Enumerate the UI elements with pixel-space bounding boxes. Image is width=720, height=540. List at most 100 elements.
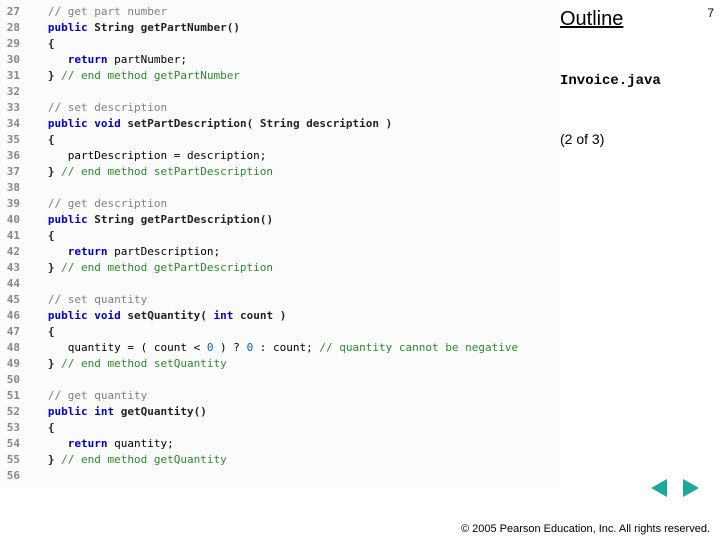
code-line: 51 // get quantity [0,388,560,404]
page-number: 7 [707,6,714,20]
code-line: 49 } // end method setQuantity [0,356,560,372]
line-source: return partNumber; [28,52,560,68]
line-number: 42 [0,244,28,260]
code-line: 56 [0,468,560,484]
outline-heading: Outline [560,8,708,31]
line-source: public void setPartDescription( String d… [28,116,560,132]
code-line: 46 public void setQuantity( int count ) [0,308,560,324]
line-source: { [28,324,560,340]
line-number: 39 [0,196,28,212]
line-source [28,468,560,484]
line-source: quantity = ( count < 0 ) ? 0 : count; //… [28,340,560,356]
code-line: 28 public String getPartNumber() [0,20,560,36]
line-source: // set quantity [28,292,560,308]
line-number: 38 [0,180,28,196]
code-line: 40 public String getPartDescription() [0,212,560,228]
code-line: 45 // set quantity [0,292,560,308]
line-source: } // end method getPartDescription [28,260,560,276]
line-number: 43 [0,260,28,276]
next-icon[interactable] [678,476,704,500]
code-line: 47 { [0,324,560,340]
line-source: { [28,132,560,148]
filename-label: Invoice.java [560,73,708,89]
line-source: // get description [28,196,560,212]
line-number: 36 [0,148,28,164]
code-line: 55 } // end method getQuantity [0,452,560,468]
line-source: public String getPartNumber() [28,20,560,36]
prev-icon[interactable] [646,476,672,500]
line-number: 34 [0,116,28,132]
line-source: public String getPartDescription() [28,212,560,228]
line-source: { [28,420,560,436]
line-number: 49 [0,356,28,372]
code-line: 53 { [0,420,560,436]
line-number: 44 [0,276,28,292]
line-number: 55 [0,452,28,468]
line-source: } // end method setQuantity [28,356,560,372]
code-line: 29 { [0,36,560,52]
code-line: 37 } // end method setPartDescription [0,164,560,180]
line-source [28,276,560,292]
code-line: 43 } // end method getPartDescription [0,260,560,276]
line-number: 46 [0,308,28,324]
line-source [28,180,560,196]
line-source: // set description [28,100,560,116]
line-source: public int getQuantity() [28,404,560,420]
line-number: 51 [0,388,28,404]
code-listing: 27 // get part number28 public String ge… [0,0,560,488]
line-number: 28 [0,20,28,36]
code-line: 30 return partNumber; [0,52,560,68]
line-number: 27 [0,4,28,20]
code-line: 38 [0,180,560,196]
line-source: partDescription = description; [28,148,560,164]
line-number: 35 [0,132,28,148]
line-source [28,84,560,100]
line-number: 33 [0,100,28,116]
line-number: 54 [0,436,28,452]
line-number: 29 [0,36,28,52]
line-source: } // end method setPartDescription [28,164,560,180]
code-line: 33 // set description [0,100,560,116]
page-of-label: (2 of 3) [560,131,708,147]
code-line: 50 [0,372,560,388]
line-source: } // end method getPartNumber [28,68,560,84]
line-source: } // end method getQuantity [28,452,560,468]
code-line: 36 partDescription = description; [0,148,560,164]
line-number: 30 [0,52,28,68]
line-source: { [28,36,560,52]
code-line: 31 } // end method getPartNumber [0,68,560,84]
line-number: 41 [0,228,28,244]
code-line: 34 public void setPartDescription( Strin… [0,116,560,132]
line-source: // get quantity [28,388,560,404]
code-line: 35 { [0,132,560,148]
code-line: 48 quantity = ( count < 0 ) ? 0 : count;… [0,340,560,356]
line-number: 56 [0,468,28,484]
line-number: 45 [0,292,28,308]
sidebar: Outline Invoice.java (2 of 3) [560,0,720,147]
code-line: 32 [0,84,560,100]
code-line: 52 public int getQuantity() [0,404,560,420]
line-number: 32 [0,84,28,100]
line-number: 37 [0,164,28,180]
line-number: 53 [0,420,28,436]
copyright-text: © 2005 Pearson Education, Inc. All right… [461,523,710,536]
line-number: 40 [0,212,28,228]
code-line: 39 // get description [0,196,560,212]
code-line: 44 [0,276,560,292]
line-number: 31 [0,68,28,84]
line-source: { [28,228,560,244]
line-number: 48 [0,340,28,356]
line-number: 52 [0,404,28,420]
nav-buttons [646,476,704,500]
line-number: 50 [0,372,28,388]
code-line: 41 { [0,228,560,244]
line-source [28,372,560,388]
code-line: 27 // get part number [0,4,560,20]
line-number: 47 [0,324,28,340]
code-line: 54 return quantity; [0,436,560,452]
line-source: // get part number [28,4,560,20]
code-line: 42 return partDescription; [0,244,560,260]
line-source: return quantity; [28,436,560,452]
line-source: return partDescription; [28,244,560,260]
line-source: public void setQuantity( int count ) [28,308,560,324]
